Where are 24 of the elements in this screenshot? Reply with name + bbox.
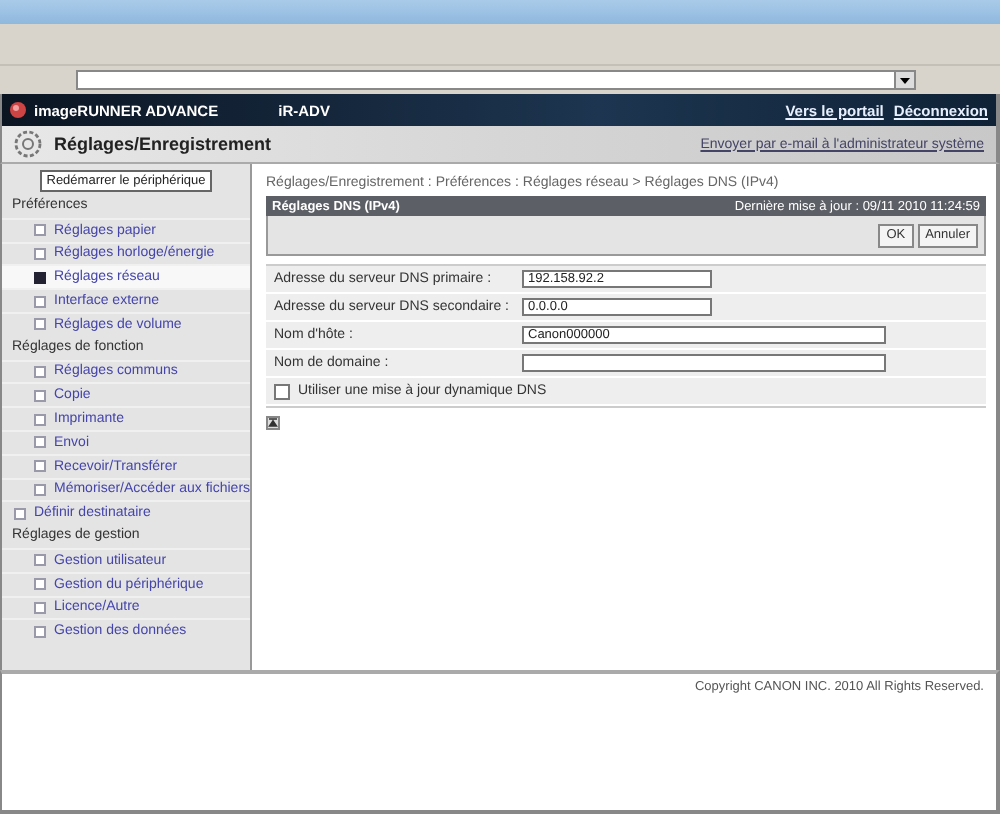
address-field[interactable]	[76, 70, 916, 90]
logo-icon	[10, 102, 26, 118]
square-bullet-icon	[34, 601, 46, 614]
filled-square-icon	[34, 271, 46, 284]
square-bullet-icon	[34, 318, 46, 331]
square-bullet-icon	[34, 247, 46, 260]
page-title: Réglages/Enregistrement	[54, 134, 272, 154]
square-bullet-icon	[34, 460, 46, 473]
square-bullet-icon	[34, 625, 46, 638]
square-bullet-icon	[14, 507, 26, 520]
square-bullet-icon	[34, 224, 46, 237]
square-bullet-icon	[34, 483, 46, 496]
square-bullet-icon	[34, 578, 46, 591]
input-field[interactable]	[522, 354, 886, 372]
page-top-icon[interactable]	[266, 416, 280, 430]
square-bullet-icon	[34, 436, 46, 449]
checkbox[interactable]	[274, 383, 290, 399]
square-bullet-icon	[34, 554, 46, 567]
gear-icon	[14, 130, 42, 158]
square-bullet-icon	[34, 295, 46, 308]
square-bullet-icon	[34, 389, 46, 402]
dropdown-arrow-icon[interactable]	[894, 72, 914, 88]
square-bullet-icon	[34, 365, 46, 378]
square-bullet-icon	[34, 413, 46, 426]
